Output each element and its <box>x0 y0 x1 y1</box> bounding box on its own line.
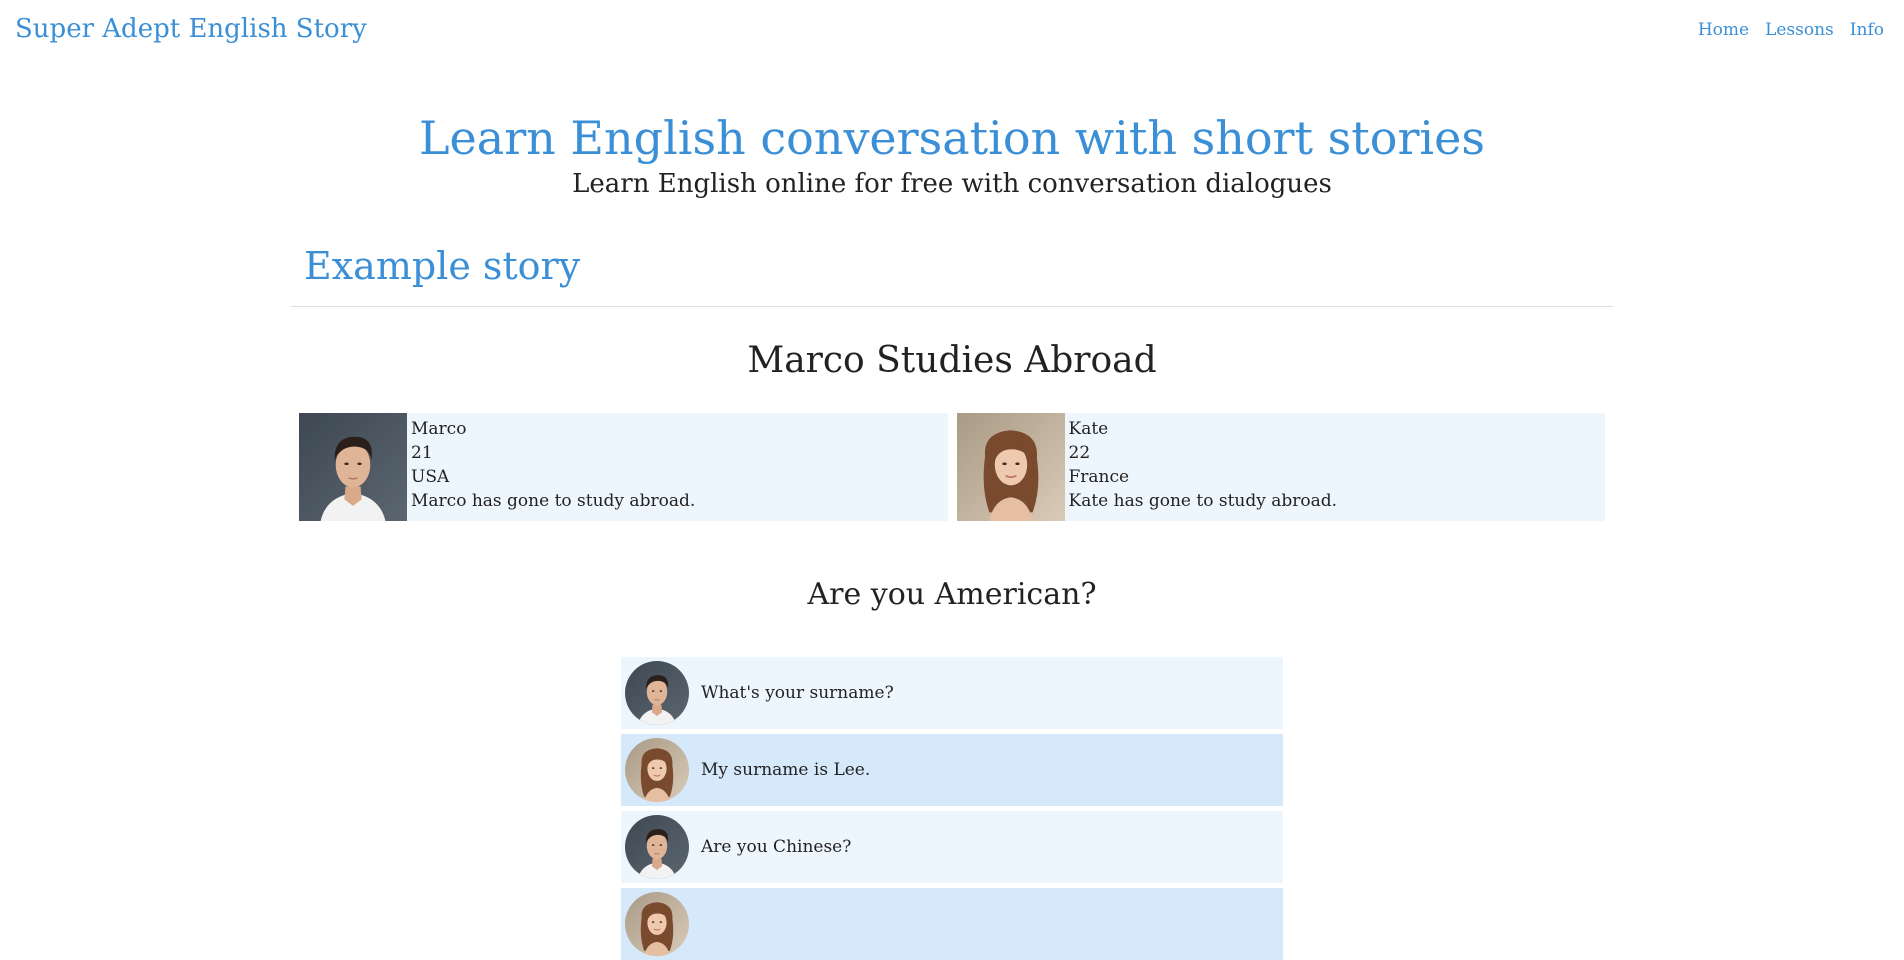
kate-avatar <box>625 738 689 802</box>
character-country: France <box>1068 467 1130 487</box>
dialogue-list: What's your surname? My surname is Lee. … <box>621 657 1283 960</box>
main-nav: Home Lessons Info <box>1698 20 1884 40</box>
female-portrait-image <box>957 413 1065 521</box>
character-cards: Marco 21 USA Marco has gone to study abr… <box>291 413 1613 521</box>
dialogue-line <box>621 888 1283 960</box>
dialogue-line: My surname is Lee. <box>621 734 1283 806</box>
character-card-kate: Kate 22 France Kate has gone to study ab… <box>956 413 1605 521</box>
character-bio: Marco has gone to study abroad. <box>411 491 696 511</box>
character-name: Kate <box>1068 419 1109 439</box>
character-country: USA <box>411 467 450 487</box>
brand-link[interactable]: Super Adept English Story <box>15 14 367 44</box>
dialogue-line: Are you Chinese? <box>621 811 1283 883</box>
top-navbar: Super Adept English Story Home Lessons I… <box>0 0 1904 62</box>
dialogue-line: What's your surname? <box>621 657 1283 729</box>
dialogue-text: Are you Chinese? <box>701 837 852 857</box>
nav-home[interactable]: Home <box>1698 20 1749 40</box>
marco-avatar <box>625 815 689 879</box>
page-title: Learn English conversation with short st… <box>419 111 1485 165</box>
nav-lessons[interactable]: Lessons <box>1765 20 1834 40</box>
example-story-section: Example story Marco Studies Abroad Marco… <box>291 242 1613 960</box>
character-card-marco: Marco 21 USA Marco has gone to study abr… <box>299 413 948 521</box>
character-name: Marco <box>411 419 467 439</box>
character-info: Kate 22 France Kate has gone to study ab… <box>1065 413 1342 521</box>
marco-avatar <box>625 661 689 725</box>
character-bio: Kate has gone to study abroad. <box>1068 491 1338 511</box>
dialogue-text: What's your surname? <box>701 683 894 703</box>
nav-info[interactable]: Info <box>1850 20 1884 40</box>
section-title: Example story <box>291 242 1613 307</box>
scene-title: Are you American? <box>807 577 1097 612</box>
male-portrait-image <box>299 413 407 521</box>
character-age: 21 <box>411 443 433 463</box>
kate-avatar <box>625 892 689 956</box>
character-age: 22 <box>1068 443 1091 463</box>
character-info: Marco 21 USA Marco has gone to study abr… <box>407 413 699 521</box>
page-subtitle: Learn English online for free with conve… <box>572 169 1332 199</box>
hero: Learn English conversation with short st… <box>0 110 1904 202</box>
dialogue-text: My surname is Lee. <box>701 760 871 780</box>
story-title: Marco Studies Abroad <box>747 340 1157 381</box>
